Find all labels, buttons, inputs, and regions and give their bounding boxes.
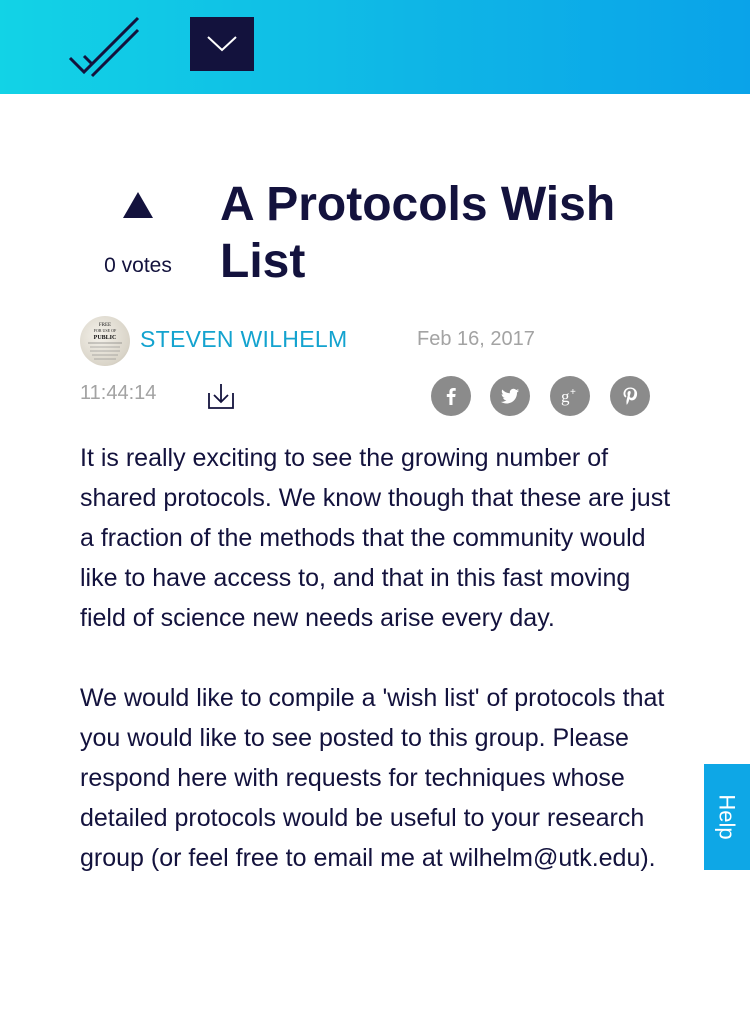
- svg-text:+: +: [570, 387, 576, 398]
- top-header: [0, 0, 750, 94]
- help-tab-button[interactable]: Help: [704, 764, 750, 870]
- double-check-icon[interactable]: [68, 14, 142, 80]
- help-label: Help: [715, 794, 740, 840]
- twitter-share-button[interactable]: [490, 376, 530, 416]
- post-time: 11:44:14: [80, 382, 157, 404]
- facebook-icon: [446, 388, 456, 405]
- post-paragraph: It is really exciting to see the growing…: [80, 444, 671, 632]
- avatar[interactable]: FREE FOR USE OF PUBLIC: [80, 316, 130, 366]
- author-link[interactable]: STEVEN WILHELM: [140, 326, 347, 353]
- triangle-up-icon[interactable]: [121, 190, 155, 220]
- facebook-share-button[interactable]: [431, 376, 471, 416]
- vote-column: 0 votes: [80, 190, 196, 278]
- svg-text:g: g: [561, 387, 570, 406]
- twitter-icon: [500, 388, 519, 404]
- post-body: It is really exciting to see the growing…: [80, 438, 680, 918]
- avatar-text-line: PUBLIC: [94, 335, 117, 341]
- google-plus-share-button[interactable]: g +: [550, 376, 590, 416]
- google-plus-icon: g +: [561, 387, 576, 406]
- vote-count: 0 votes: [104, 254, 172, 277]
- pinterest-icon: [623, 387, 638, 405]
- download-icon[interactable]: [206, 381, 236, 411]
- avatar-image: FREE FOR USE OF PUBLIC: [88, 323, 122, 360]
- chevron-down-icon: [207, 36, 237, 52]
- pinterest-share-button[interactable]: [610, 376, 650, 416]
- post-date: Feb 16, 2017: [417, 328, 535, 350]
- menu-dropdown-button[interactable]: [190, 17, 254, 71]
- avatar-text-line: FOR USE OF: [94, 328, 117, 333]
- post-title: A Protocols Wish List: [220, 178, 616, 288]
- post-paragraph: We would like to compile a 'wish list' o…: [80, 684, 665, 872]
